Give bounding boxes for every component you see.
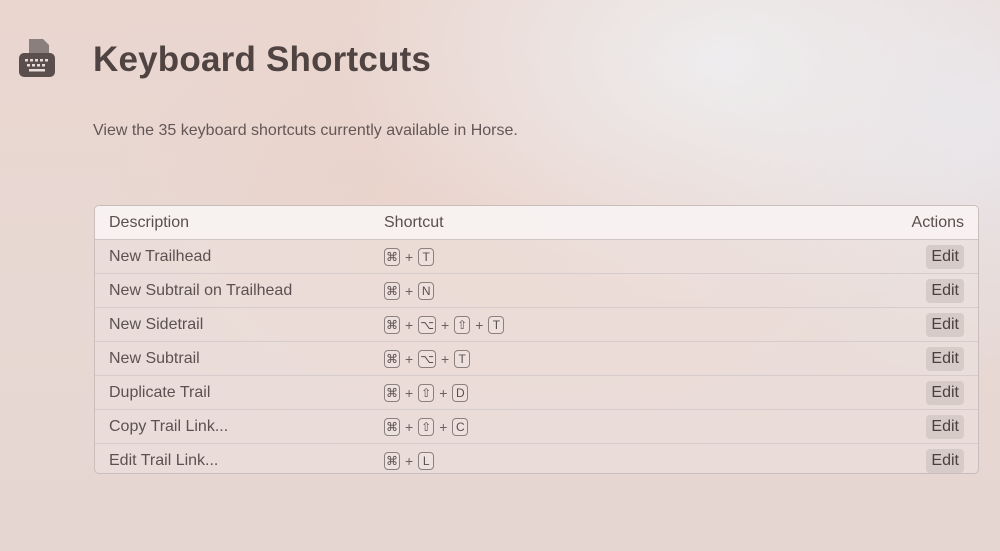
keycap: ⌥: [418, 349, 437, 368]
page-title: Keyboard Shortcuts: [93, 40, 432, 79]
key-separator: +: [405, 316, 414, 333]
key-separator: +: [405, 453, 414, 469]
keycap: ⇧: [454, 315, 471, 334]
table-row[interactable]: Copy Trail Link... ⌘ + ⇧ + C Edit: [95, 410, 978, 444]
shortcut-description: New Subtrail: [109, 349, 200, 367]
key-separator: +: [405, 418, 414, 435]
keycap: ⌘: [384, 452, 400, 470]
keycap: ⌘: [384, 281, 400, 300]
keycap: ⌘: [384, 417, 400, 436]
typewriter-icon: [19, 39, 55, 77]
shortcut-description: New Sidetrail: [109, 315, 204, 333]
shortcut-keys: ⌘ + L: [384, 452, 858, 470]
table-header: Description Shortcut Actions: [95, 206, 978, 240]
edit-button[interactable]: Edit: [926, 278, 964, 303]
shortcut-description: New Subtrail on Trailhead: [109, 281, 293, 299]
key-separator: +: [405, 384, 414, 401]
column-header-shortcut[interactable]: Shortcut: [384, 214, 858, 232]
key-separator: +: [405, 350, 414, 367]
shortcut-keys: ⌘ + T: [384, 247, 858, 266]
shortcuts-table: Description Shortcut Actions New Trailhe…: [94, 205, 979, 474]
actions-cell: Edit: [858, 414, 978, 439]
key-separator: +: [441, 316, 450, 333]
table-row[interactable]: New Subtrail ⌘ + ⌥ + T Edit: [95, 342, 978, 376]
shortcut-description: New Trailhead: [109, 247, 212, 265]
edit-button[interactable]: Edit: [926, 449, 964, 473]
key-separator: +: [441, 350, 450, 367]
keycap: D: [452, 383, 469, 402]
shortcut-keys: ⌘ + ⇧ + D: [384, 383, 858, 402]
actions-cell: Edit: [858, 278, 978, 303]
edit-button[interactable]: Edit: [926, 244, 964, 269]
column-header-actions[interactable]: Actions: [858, 214, 978, 232]
keycap: ⌥: [418, 315, 437, 334]
actions-cell: Edit: [858, 449, 978, 473]
shortcut-keys: ⌘ + ⌥ + ⇧ + T: [384, 315, 858, 334]
keycap: ⌘: [384, 349, 400, 368]
table-row[interactable]: Duplicate Trail ⌘ + ⇧ + D Edit: [95, 376, 978, 410]
key-separator: +: [405, 282, 414, 299]
key-separator: +: [439, 384, 448, 401]
keycap: ⇧: [418, 417, 435, 436]
keycap: T: [418, 247, 435, 266]
actions-cell: Edit: [858, 380, 978, 405]
shortcut-keys: ⌘ + ⌥ + T: [384, 349, 858, 368]
table-row[interactable]: New Sidetrail ⌘ + ⌥ + ⇧ + T Edit: [95, 308, 978, 342]
keycap: N: [418, 281, 435, 300]
shortcut-description: Edit Trail Link...: [109, 452, 219, 469]
key-separator: +: [475, 316, 484, 333]
keycap: L: [418, 452, 435, 470]
actions-cell: Edit: [858, 346, 978, 371]
table-row[interactable]: Edit Trail Link... ⌘ + L Edit: [95, 444, 978, 473]
keycap: C: [452, 417, 469, 436]
keycap: ⌘: [384, 247, 400, 266]
shortcut-keys: ⌘ + N: [384, 281, 858, 300]
edit-button[interactable]: Edit: [926, 414, 964, 439]
keycap: ⌘: [384, 383, 400, 402]
keycap: ⇧: [418, 383, 435, 402]
keycap: T: [488, 315, 505, 334]
keycap: ⌘: [384, 315, 400, 334]
edit-button[interactable]: Edit: [926, 346, 964, 371]
column-header-description[interactable]: Description: [95, 214, 384, 232]
keycap: T: [454, 349, 471, 368]
table-body: New Trailhead ⌘ + T Edit New Subtrail on Trai…: [95, 240, 978, 473]
actions-cell: Edit: [858, 312, 978, 337]
shortcut-description: Duplicate Trail: [109, 383, 211, 401]
actions-cell: Edit: [858, 244, 978, 269]
intro-text: View the 35 keyboard shortcuts currently…: [93, 122, 518, 139]
shortcut-description: Copy Trail Link...: [109, 417, 229, 435]
key-separator: +: [405, 248, 414, 265]
key-separator: +: [439, 418, 448, 435]
edit-button[interactable]: Edit: [926, 380, 964, 405]
edit-button[interactable]: Edit: [926, 312, 964, 337]
shortcut-keys: ⌘ + ⇧ + C: [384, 417, 858, 436]
table-row[interactable]: New Subtrail on Trailhead ⌘ + N Edit: [95, 274, 978, 308]
table-row[interactable]: New Trailhead ⌘ + T Edit: [95, 240, 978, 274]
